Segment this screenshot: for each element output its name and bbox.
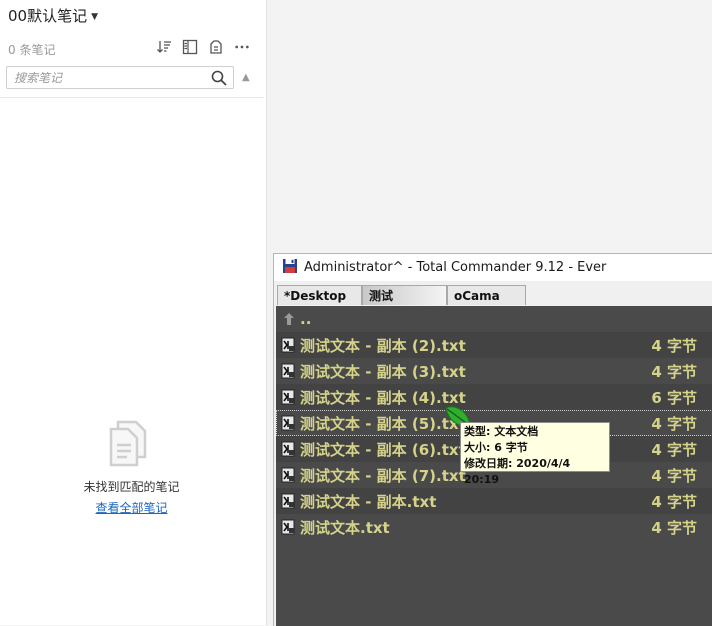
file-name: 测试文本 - 副本 (5).txt — [300, 414, 466, 433]
text-file-icon — [281, 467, 296, 487]
notebook-selector[interactable]: 00默认笔记 ▼ — [8, 5, 98, 26]
file-size: 4 字节 — [651, 414, 697, 433]
floppy-disk-icon — [282, 258, 298, 278]
file-info-tooltip: 类型: 文本文档 大小: 6 字节 修改日期: 2020/4/4 20:19 — [460, 422, 610, 486]
file-row[interactable]: 测试文本 - 副本 (4).txt 6 字节 — [276, 384, 712, 410]
view-all-notes-link[interactable]: 查看全部笔记 — [0, 499, 263, 516]
caret-down-icon: ▼ — [91, 11, 99, 22]
reminder-icon[interactable] — [208, 39, 224, 55]
sort-icon[interactable] — [156, 39, 172, 55]
view-layout-icon[interactable] — [182, 39, 198, 55]
text-file-icon — [281, 389, 296, 409]
text-file-icon — [281, 441, 296, 461]
file-size: 4 字节 — [651, 492, 697, 511]
file-row[interactable]: 测试文本.txt 4 字节 — [276, 514, 712, 540]
up-arrow-icon — [282, 311, 296, 330]
collapse-up-icon[interactable]: ▲ — [242, 72, 250, 83]
tab-desktop[interactable]: *Desktop — [277, 285, 362, 305]
search-icon[interactable] — [211, 70, 227, 90]
empty-message: 未找到匹配的笔记 — [83, 480, 180, 494]
file-size: 4 字节 — [651, 336, 697, 355]
tooltip-size: 大小: 6 字节 — [464, 441, 528, 454]
file-size: 4 字节 — [651, 362, 697, 381]
text-file-icon — [281, 493, 296, 513]
text-file-icon — [281, 519, 296, 539]
window-title: Administrator^ - Total Commander 9.12 - … — [304, 260, 607, 275]
search-input[interactable] — [12, 67, 206, 89]
file-name: 测试文本 - 副本 (4).txt — [300, 388, 466, 407]
search-box — [6, 66, 234, 89]
file-name: 测试文本 - 副本 (2).txt — [300, 336, 466, 355]
file-name: 测试文本 - 副本 (6).txt — [300, 440, 466, 459]
tab-ocama[interactable]: oCama — [447, 285, 526, 305]
note-list-panel: 00默认笔记 ▼ 0 条笔记 ▲ 未找到匹配的笔记 查看全部笔记 — [0, 0, 267, 625]
parent-dir-label: .. — [300, 310, 312, 328]
notebook-title: 00默认笔记 — [8, 7, 88, 25]
divider — [0, 97, 263, 98]
file-row[interactable]: 测试文本 - 副本 (2).txt 4 字节 — [276, 332, 712, 358]
more-options-icon[interactable] — [234, 39, 250, 55]
folder-tabs: *Desktop 测试 oCama — [277, 285, 526, 306]
file-size: 6 字节 — [651, 388, 697, 407]
text-file-icon — [281, 363, 296, 383]
tooltip-type: 类型: 文本文档 — [464, 425, 539, 438]
file-name: 测试文本.txt — [300, 518, 390, 537]
file-name: 测试文本 - 副本 (7).txt — [300, 466, 466, 485]
file-name: 测试文本 - 副本 (3).txt — [300, 362, 466, 381]
file-size: 4 字节 — [651, 466, 697, 485]
window-titlebar[interactable]: Administrator^ - Total Commander 9.12 - … — [274, 254, 712, 281]
note-count: 0 条笔记 — [8, 43, 56, 57]
file-size: 4 字节 — [651, 440, 697, 459]
parent-dir-row[interactable]: .. — [276, 306, 712, 332]
text-file-icon — [281, 415, 296, 435]
file-row[interactable]: 测试文本 - 副本.txt 4 字节 — [276, 488, 712, 514]
text-file-icon — [281, 337, 296, 357]
file-size: 4 字节 — [651, 518, 697, 537]
note-toolbar — [156, 39, 250, 55]
file-name: 测试文本 - 副本.txt — [300, 492, 437, 511]
empty-notes-icon — [108, 418, 152, 472]
tab-test[interactable]: 测试 — [362, 285, 447, 305]
file-row[interactable]: 测试文本 - 副本 (3).txt 4 字节 — [276, 358, 712, 384]
tooltip-modified: 修改日期: 2020/4/4 20:19 — [464, 457, 571, 486]
